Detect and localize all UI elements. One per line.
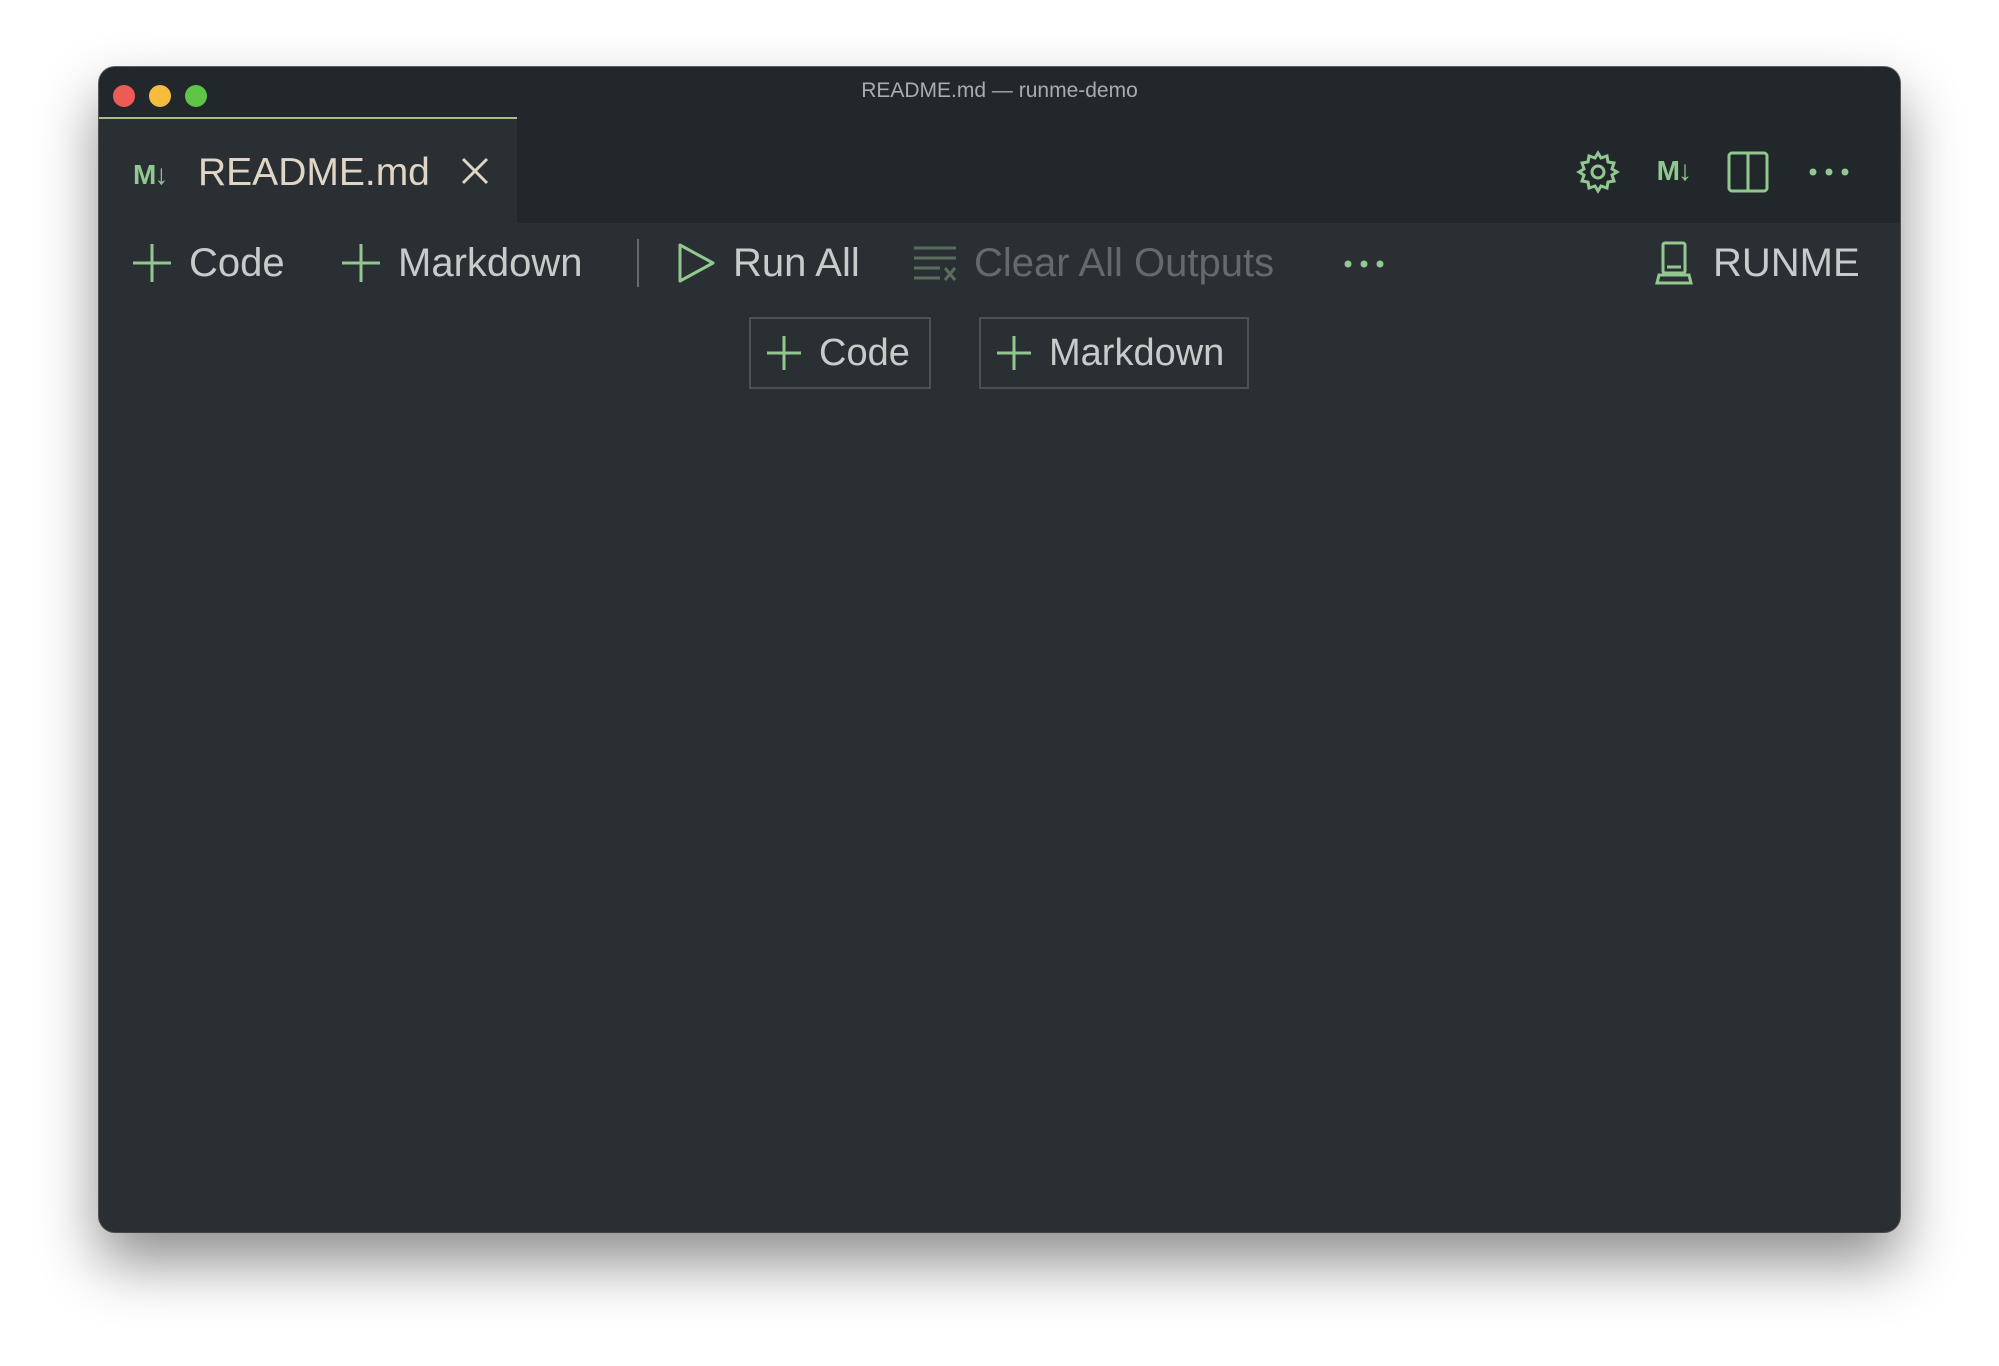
add-code-label: Code	[189, 240, 285, 285]
clear-all-outputs-button[interactable]: Clear All Outputs	[912, 237, 1274, 289]
add-markdown-label: Markdown	[398, 240, 583, 285]
add-code-cell-button[interactable]: Code	[131, 237, 285, 289]
plus-icon	[767, 336, 801, 370]
more-icon[interactable]	[1343, 259, 1385, 269]
tab-readme[interactable]: M↓ README.md	[99, 117, 517, 223]
plus-icon	[997, 336, 1031, 370]
markdown-icon: M↓	[133, 159, 168, 190]
editor-window: README.md — runme-demo M↓ README.md M↓ C…	[99, 67, 1900, 1232]
markdown-preview-icon[interactable]: M↓	[1657, 155, 1692, 187]
insert-markdown-cell-button[interactable]: Markdown	[979, 317, 1249, 389]
more-icon[interactable]	[1808, 167, 1850, 177]
kernel-label: RUNME	[1713, 240, 1860, 285]
kernel-picker-button[interactable]: RUNME	[1651, 237, 1860, 289]
insert-code-label: Code	[819, 331, 910, 374]
insert-cell-buttons: Code Markdown	[99, 317, 1900, 391]
clear-all-icon	[914, 246, 957, 281]
notebook-toolbar: Code Markdown Run All Clear All Outputs …	[99, 223, 1900, 303]
server-icon	[1655, 241, 1693, 285]
gear-icon[interactable]	[1576, 150, 1620, 194]
run-all-label: Run All	[733, 240, 860, 285]
plus-icon	[342, 244, 380, 282]
run-all-button[interactable]: Run All	[675, 237, 860, 289]
insert-markdown-label: Markdown	[1049, 331, 1225, 374]
add-markdown-cell-button[interactable]: Markdown	[340, 237, 583, 289]
plus-icon	[133, 244, 171, 282]
insert-code-cell-button[interactable]: Code	[749, 317, 931, 389]
title-bar: README.md — runme-demo	[99, 67, 1900, 117]
toolbar-divider	[637, 239, 639, 287]
close-icon[interactable]	[459, 155, 491, 187]
play-icon	[678, 243, 715, 283]
window-title: README.md — runme-demo	[861, 79, 1138, 102]
clear-all-outputs-label: Clear All Outputs	[974, 240, 1275, 285]
split-editor-icon[interactable]	[1727, 151, 1769, 193]
tab-bar: M↓ README.md M↓	[99, 117, 1900, 223]
tab-label: README.md	[198, 151, 430, 194]
